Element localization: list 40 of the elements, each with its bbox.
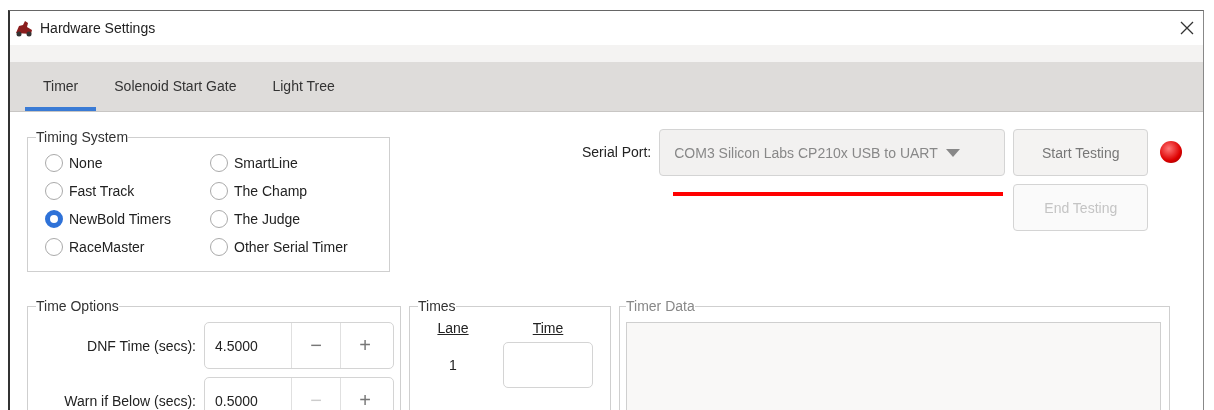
- number-spinner[interactable]: 4.5000 − +: [204, 322, 394, 369]
- caret-icon: [945, 148, 960, 157]
- app-icon: [14, 19, 34, 37]
- lane-number: 1: [449, 357, 457, 373]
- tab[interactable]: Light Tree: [254, 62, 353, 111]
- radio-label[interactable]: None: [69, 155, 103, 171]
- column-header: Lane: [437, 320, 469, 336]
- tab[interactable]: Solenoid Start Gate: [96, 62, 255, 111]
- radio-label[interactable]: The Judge: [234, 211, 301, 227]
- tab[interactable]: Timer: [25, 62, 97, 111]
- testing-button[interactable]: Start Testing: [1013, 129, 1149, 176]
- group-title: Timer Data: [626, 298, 695, 314]
- time-field[interactable]: [503, 342, 593, 388]
- column-header: Time: [532, 320, 564, 336]
- increment-button[interactable]: +: [340, 323, 389, 368]
- field-label: Serial Port:: [582, 144, 652, 160]
- decrement-button[interactable]: −: [291, 323, 340, 368]
- field-label: DNF Time (secs):: [86, 337, 196, 354]
- radio-label[interactable]: NewBold Timers: [69, 211, 171, 227]
- radio-button[interactable]: [45, 182, 63, 200]
- radio-label[interactable]: Other Serial Timer: [234, 239, 348, 255]
- group-title: Times: [418, 298, 456, 314]
- radio-button[interactable]: [210, 210, 228, 228]
- radio-button[interactable]: [45, 238, 63, 256]
- radio-button[interactable]: [45, 210, 63, 228]
- group-title: Time Options: [36, 298, 119, 314]
- increment-button[interactable]: +: [340, 378, 389, 410]
- radio-button[interactable]: [210, 182, 228, 200]
- close-icon[interactable]: [1179, 20, 1195, 36]
- radio-label[interactable]: Fast Track: [69, 183, 135, 199]
- window-title: Hardware Settings: [40, 20, 157, 36]
- radio-label[interactable]: SmartLine: [234, 155, 298, 171]
- number-spinner[interactable]: 0.5000 − +: [204, 377, 394, 410]
- radio-button[interactable]: [45, 154, 63, 172]
- group-title: Timing System: [36, 129, 129, 145]
- radio-label[interactable]: The Champ: [234, 183, 308, 199]
- radio-label[interactable]: RaceMaster: [69, 239, 145, 255]
- field-label: Warn if Below (secs):: [63, 392, 196, 409]
- radio-button[interactable]: [210, 238, 228, 256]
- radio-button[interactable]: [210, 154, 228, 172]
